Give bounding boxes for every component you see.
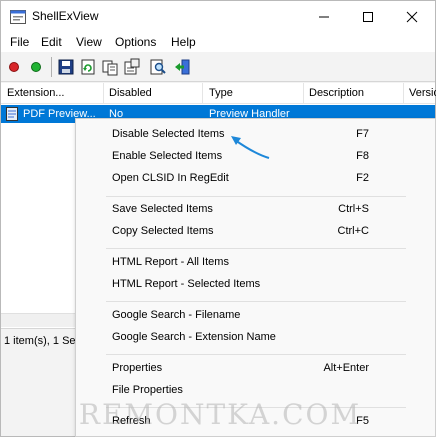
menu-separator [106,407,406,408]
column-disabled[interactable]: Disabled [109,87,152,99]
menu-item-label: Google Search - Filename [112,309,241,321]
menu-item-shortcut: F2 [356,172,369,184]
menu-item-label: Refresh [112,415,151,427]
title-bar: ShellExView [1,1,435,32]
exit-icon[interactable] [173,58,191,76]
annotation-arrow-icon [231,136,270,159]
column-type[interactable]: Type [209,87,233,99]
menu-item-save-selected[interactable]: Save Selected Items Ctrl+S [76,199,435,221]
menu-item-html-report-all[interactable]: HTML Report - All Items [76,252,435,274]
copy-icon[interactable] [101,58,119,76]
menu-item-label: Disable Selected Items [112,128,225,140]
toolbar-separator [51,57,52,77]
column-divider[interactable] [202,83,203,104]
menu-item-shortcut: Ctrl+S [338,203,369,215]
menu-item-label: Open CLSID In RegEdit [112,172,229,184]
menu-item-shortcut: F7 [356,128,369,140]
menu-item-google-extension[interactable]: Google Search - Extension Name [76,327,435,349]
search-icon[interactable] [149,58,167,76]
menu-separator [106,248,406,249]
menu-item-html-report-selected[interactable]: HTML Report - Selected Items [76,274,435,296]
menu-help[interactable]: Help [171,35,196,49]
column-header: Extension... Disabled Type Description V… [1,83,436,104]
close-button[interactable] [391,5,433,29]
menu-item-file-properties[interactable]: File Properties [76,380,435,402]
save-icon[interactable] [57,58,75,76]
green-dot-icon[interactable] [27,58,45,76]
menu-item-shortcut: Ctrl+C [337,225,369,237]
minimize-button[interactable] [303,5,345,29]
column-description[interactable]: Description [309,87,364,99]
red-dot-icon[interactable] [5,58,23,76]
menu-item-shortcut: Alt+Enter [323,362,369,374]
file-icon [6,107,18,121]
menu-item-refresh[interactable]: Refresh F5 [76,411,435,433]
close-icon [406,11,418,23]
menu-edit[interactable]: Edit [41,35,62,49]
menu-item-label: File Properties [112,384,183,396]
menu-item-shortcut: F8 [356,150,369,162]
menu-bar: File Edit View Options Help [1,32,435,52]
menu-item-label: Google Search - Extension Name [112,331,276,343]
menu-separator [106,354,406,355]
menu-item-shortcut: F5 [356,415,369,427]
menu-item-label: Save Selected Items [112,203,213,215]
menu-separator [106,196,406,197]
status-text: 1 item(s), 1 Se [4,335,76,347]
menu-view[interactable]: View [76,35,102,49]
refresh-icon[interactable] [79,58,97,76]
maximize-button[interactable] [347,5,389,29]
window-title: ShellExView [32,9,99,23]
column-divider[interactable] [303,83,304,104]
app-icon [10,10,26,24]
menu-separator [106,301,406,302]
context-menu: Disable Selected Items F7 Enable Selecte… [75,118,436,437]
menu-item-label: HTML Report - Selected Items [112,278,261,290]
maximize-icon [363,12,373,22]
menu-item-properties[interactable]: Properties Alt+Enter [76,358,435,380]
properties-icon[interactable] [123,58,141,76]
menu-item-google-filename[interactable]: Google Search - Filename [76,305,435,327]
column-divider[interactable] [403,83,404,104]
menu-item-label: Enable Selected Items [112,150,223,162]
toolbar [1,52,435,82]
menu-item-copy-selected[interactable]: Copy Selected Items Ctrl+C [76,221,435,243]
menu-file[interactable]: File [10,35,29,49]
column-extension[interactable]: Extension... [7,87,64,99]
menu-item-label: HTML Report - All Items [112,256,229,268]
menu-options[interactable]: Options [115,35,156,49]
column-divider[interactable] [103,83,104,104]
menu-item-label: Properties [112,362,163,374]
minimize-icon [319,16,329,18]
menu-item-open-clsid[interactable]: Open CLSID In RegEdit F2 [76,168,435,190]
menu-item-label: Copy Selected Items [112,225,214,237]
column-version[interactable]: Versio [409,87,436,99]
